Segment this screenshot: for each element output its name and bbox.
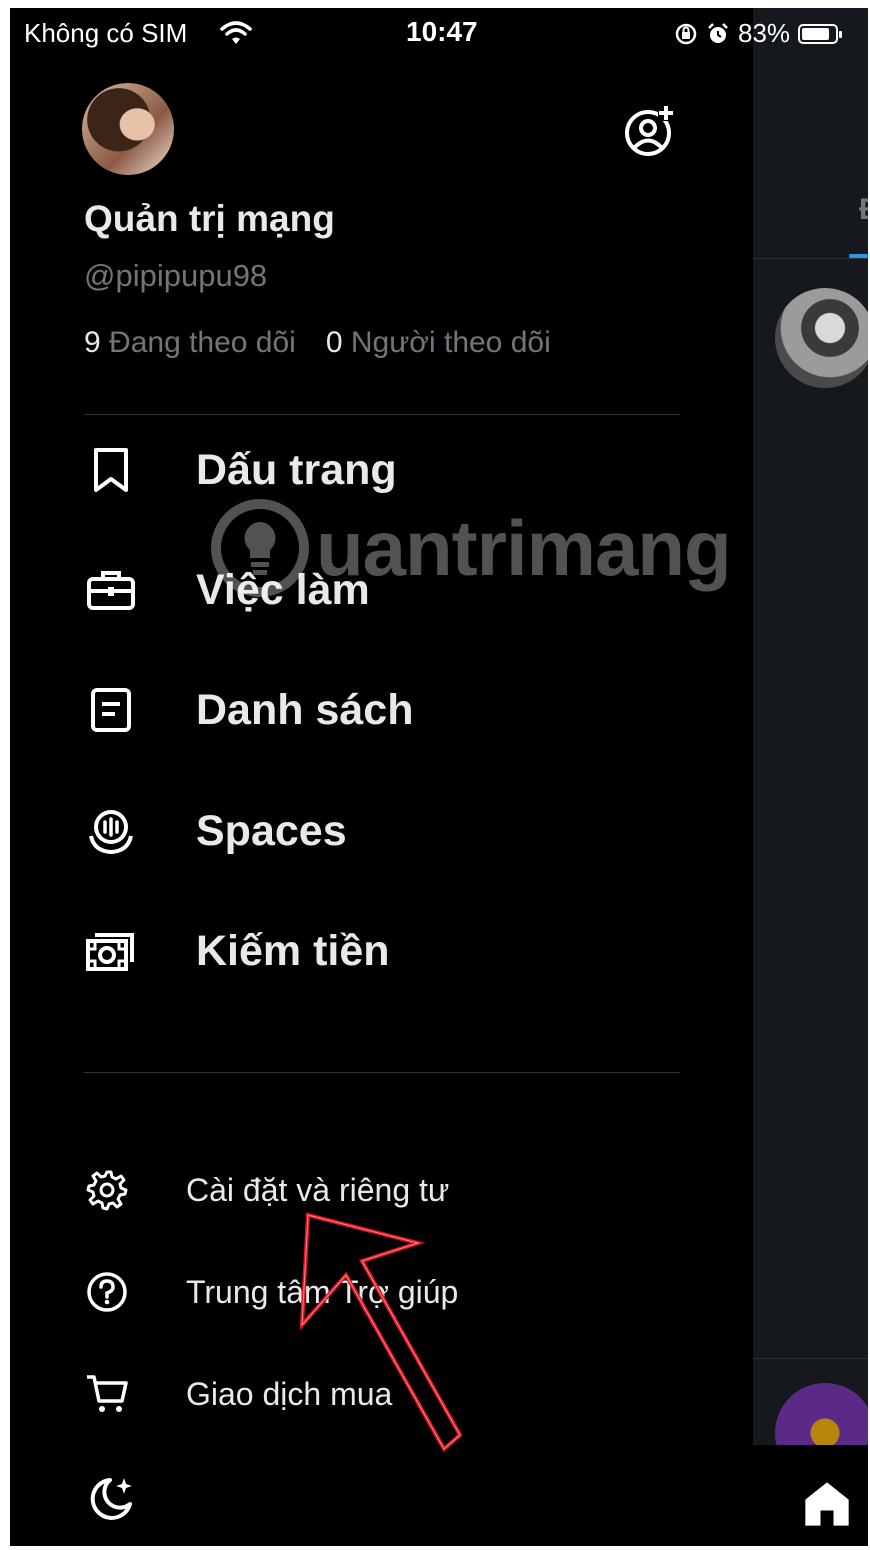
battery-icon <box>798 23 843 44</box>
wifi-icon <box>220 21 252 44</box>
watermark-text: uantrimang <box>316 503 732 592</box>
feed-divider <box>753 1358 868 1359</box>
watermark: uantrimang <box>210 498 732 598</box>
tab-divider <box>753 258 868 259</box>
divider <box>84 414 680 415</box>
spaces-icon <box>84 804 138 858</box>
following-label: Đang theo dõi <box>109 326 296 359</box>
following-link[interactable]: 9 Đang theo dõi <box>84 326 296 359</box>
clock: 10:47 <box>406 16 478 47</box>
avatar[interactable] <box>82 83 174 175</box>
add-account-icon[interactable] <box>622 103 678 159</box>
cart-icon <box>84 1371 130 1417</box>
carrier-label: Không có SIM <box>24 18 188 48</box>
follow-stats: 9 Đang theo dõi 0 Người theo dõi <box>84 326 551 360</box>
lightbulb-logo-icon <box>211 499 309 597</box>
followers-label: Người theo dõi <box>350 326 551 359</box>
following-count: 9 <box>84 326 101 359</box>
battery-fill <box>802 27 830 40</box>
feed-post-avatar[interactable] <box>775 288 868 388</box>
battery-percent: 83% <box>738 18 791 48</box>
menu-item-label: Danh sách <box>196 685 414 734</box>
rotation-lock-icon <box>675 23 697 44</box>
tab-peek-label[interactable]: Đ <box>859 193 868 227</box>
home-icon[interactable] <box>801 1478 853 1530</box>
display-name[interactable]: Quản trị mạng <box>84 198 335 240</box>
help-icon <box>84 1269 130 1315</box>
annotation-arrow <box>299 1212 463 1453</box>
alarm-icon <box>708 22 728 43</box>
menu-item-label: Spaces <box>196 806 347 855</box>
divider <box>84 1072 680 1073</box>
gear-icon <box>84 1167 130 1213</box>
followers-link[interactable]: 0 Người theo dõi <box>326 326 551 359</box>
menu-item-label: Dấu trang <box>196 445 397 494</box>
menu-item-monetization[interactable]: Kiếm tiền <box>84 911 684 991</box>
user-handle[interactable]: @pipipupu98 <box>84 258 267 294</box>
followers-count: 0 <box>325 326 343 359</box>
feed-peek[interactable]: Đ <box>753 8 868 1546</box>
menu-item-spaces[interactable]: Spaces <box>84 791 684 871</box>
status-right: 83% <box>674 18 843 49</box>
dark-mode-toggle-icon[interactable] <box>86 1474 136 1524</box>
list-icon <box>84 683 138 737</box>
briefcase-icon <box>84 563 138 617</box>
menu-item-label: Kiếm tiền <box>196 926 390 975</box>
bookmark-icon <box>84 443 138 497</box>
menu-item-lists[interactable]: Danh sách <box>84 670 684 750</box>
status-bar: Không có SIM 10:47 83% <box>10 8 868 60</box>
app-screen: Đ Không có SIM 10:47 <box>10 8 868 1546</box>
money-icon <box>84 924 138 978</box>
